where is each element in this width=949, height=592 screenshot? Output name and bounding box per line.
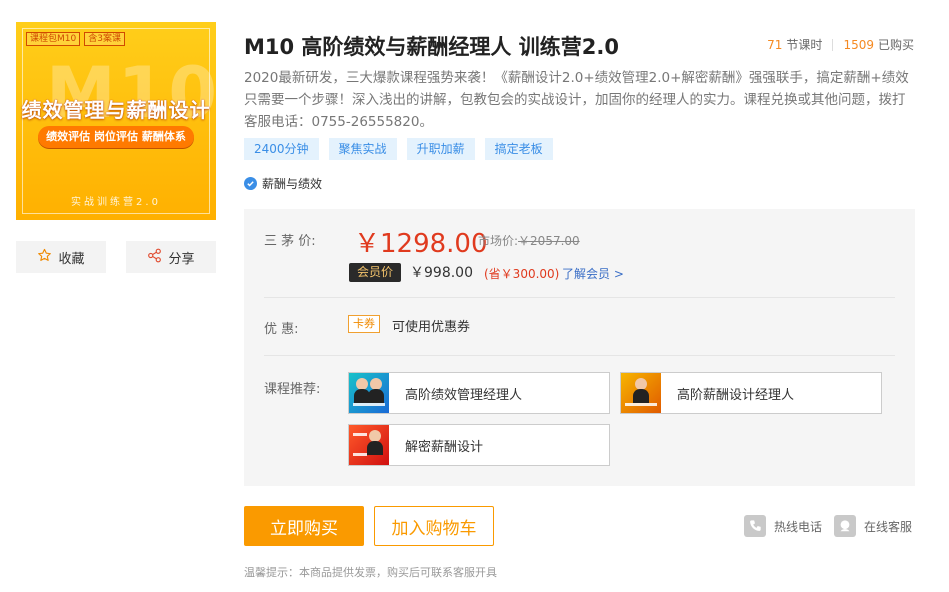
share-label: 分享 — [168, 251, 195, 267]
thumbnail-figure — [633, 389, 649, 403]
chat-icon — [834, 515, 856, 537]
lessons-label: 节课时 — [786, 38, 823, 52]
lessons-count: 71 — [767, 37, 783, 52]
keyword-tag[interactable]: 搞定老板 — [484, 138, 553, 160]
recommended-course[interactable]: 高阶薪酬设计经理人 — [620, 372, 882, 414]
cover-tag: 含3案课 — [84, 32, 125, 46]
stats-divider — [832, 38, 834, 51]
cover-tag: 课程包M10 — [26, 32, 81, 46]
market-price-label: 市场价: — [478, 234, 519, 248]
thumbnail-figure — [368, 389, 384, 403]
course-thumbnail — [349, 425, 389, 465]
market-price-value: ￥2057.00 — [518, 234, 580, 248]
recommend-label: 课程推荐: — [264, 382, 321, 397]
category-label: 薪酬与绩效 — [262, 177, 323, 191]
online-service-label: 在线客服 — [864, 519, 913, 534]
online-service-button[interactable]: 在线客服 — [834, 515, 912, 537]
vip-price: ￥998.00 — [410, 265, 473, 281]
panel-divider — [264, 355, 895, 356]
price-panel: 三 茅 价: ￥1298.00 市场价:￥2057.00 会员价 ￥998.00… — [244, 209, 915, 486]
buyers-count: 1509 — [843, 37, 874, 52]
thumbnail-caption — [625, 403, 657, 406]
check-circle-icon — [244, 177, 257, 190]
category-tag[interactable]: 薪酬与绩效 — [244, 175, 322, 192]
invoice-tip: 温馨提示：本商品提供发票，购买后可联系客服开具 — [244, 566, 497, 579]
market-price: 市场价:￥2057.00 — [478, 232, 580, 249]
coupon-text: 可使用优惠券 — [392, 320, 471, 335]
keyword-tag[interactable]: 升职加薪 — [406, 138, 475, 160]
vip-savings: (省￥300.00) — [484, 267, 560, 281]
course-cover-image: 课程包M10 含3案课 M10 绩效管理与薪酬设计 绩效评估 岗位评估 薪酬体系… — [16, 22, 216, 220]
panel-divider — [264, 297, 895, 298]
recommended-course[interactable]: 高阶绩效管理经理人 — [348, 372, 610, 414]
discount-label: 优 惠: — [264, 322, 299, 337]
thumbnail-caption — [353, 403, 385, 406]
recommended-course-name: 高阶绩效管理经理人 — [405, 387, 523, 403]
cover-footer: 实战训练营2.0 — [71, 197, 161, 208]
phone-icon — [744, 515, 766, 537]
favorite-button[interactable]: 收藏 — [16, 241, 106, 273]
recommended-course-name: 解密薪酬设计 — [405, 439, 484, 455]
share-icon — [147, 248, 162, 267]
cover-tags: 课程包M10 含3案课 — [26, 32, 125, 46]
favorite-label: 收藏 — [58, 251, 85, 267]
product-description: 2020最新研发，三大爆款课程强势来袭！《薪酬设计2.0+绩效管理2.0+解密薪… — [244, 70, 909, 130]
learn-membership-link[interactable]: 了解会员 > — [562, 265, 624, 282]
course-thumbnail — [621, 373, 661, 413]
vip-badge: 会员价 — [349, 263, 402, 282]
recommended-course[interactable]: 解密薪酬设计 — [348, 424, 610, 466]
product-stats: 71 节课时 1509 已购买 — [767, 36, 914, 53]
keyword-tags: 2400分钟 聚焦实战 升职加薪 搞定老板 — [244, 138, 553, 160]
thumbnail-caption — [353, 453, 367, 456]
share-button[interactable]: 分享 — [126, 241, 216, 273]
buy-now-button[interactable]: 立即购买 — [244, 506, 364, 546]
hotline-label: 热线电话 — [774, 519, 823, 534]
thumbnail-caption — [353, 433, 367, 436]
buyers-label: 已购买 — [877, 38, 914, 52]
star-icon — [37, 248, 52, 267]
course-thumbnail — [349, 373, 389, 413]
add-to-cart-button[interactable]: 加入购物车 — [374, 506, 494, 546]
recommended-course-name: 高阶薪酬设计经理人 — [677, 387, 795, 403]
coupon-tag: 卡券 — [348, 315, 380, 333]
current-price: ￥1298.00 — [354, 229, 488, 259]
cover-title: 绩效管理与薪酬设计 — [21, 98, 211, 122]
hotline-button[interactable]: 热线电话 — [744, 515, 822, 537]
product-title: M10 高阶绩效与薪酬经理人 训练营2.0 — [244, 35, 619, 59]
price-label: 三 茅 价: — [264, 234, 316, 249]
cover-subtitle: 绩效评估 岗位评估 薪酬体系 — [38, 126, 194, 148]
keyword-tag[interactable]: 聚焦实战 — [328, 138, 397, 160]
thumbnail-figure — [367, 441, 383, 455]
keyword-tag[interactable]: 2400分钟 — [244, 138, 319, 160]
